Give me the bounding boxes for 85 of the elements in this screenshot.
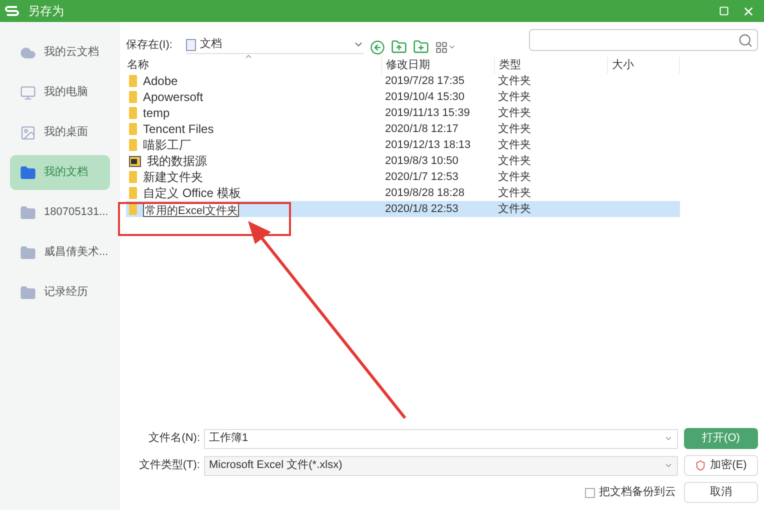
sidebar-item[interactable]: 我的云文档 — [10, 35, 110, 70]
folder-icon — [129, 91, 137, 103]
sort-caret-icon — [244, 52, 253, 61]
sidebar-item[interactable]: 我的桌面 — [10, 115, 110, 150]
file-type: 文件夹 — [497, 186, 532, 201]
backup-checkbox[interactable]: 把文档备份到云 — [585, 484, 676, 501]
column-header[interactable]: 名称 — [126, 57, 381, 74]
filetype-label: 文件类型(T): — [138, 458, 201, 474]
file-name: Apowersoft — [143, 89, 204, 106]
folder-icon — [129, 107, 137, 119]
cancel-button[interactable]: 取消 — [684, 482, 758, 503]
file-type: 文件夹 — [497, 74, 532, 89]
file-row[interactable]: 我的数据源 2019/8/3 10:50 文件夹 — [126, 153, 680, 169]
sidebar-item[interactable]: 180705131... — [10, 195, 110, 230]
file-name: 喵影工厂 — [143, 137, 191, 154]
modified-date: 2019/11/13 15:39 — [384, 106, 471, 121]
back-icon[interactable] — [370, 40, 385, 54]
modified-date: 2020/1/8 12:17 — [384, 122, 460, 137]
maximize-icon — [719, 6, 729, 16]
filetype-dropdown[interactable]: Microsoft Excel 文件(*.xlsx) — [204, 456, 678, 476]
modified-date: 2019/7/28 17:35 — [384, 74, 466, 89]
file-type: 文件夹 — [497, 90, 532, 105]
file-type: 文件夹 — [497, 138, 532, 153]
column-header[interactable]: 类型 — [494, 57, 607, 74]
file-row[interactable]: 常用的Excel文件夹 2020/1/8 22:53 文件夹 — [126, 201, 680, 217]
caret-icon — [664, 434, 673, 443]
location-dropdown[interactable]: 文档 — [186, 36, 364, 54]
file-name: temp — [143, 105, 170, 122]
folder-up-icon[interactable] — [391, 39, 407, 55]
sidebar-item[interactable]: 记录经历 — [10, 275, 110, 310]
file-row[interactable]: Apowersoft 2019/10/4 15:30 文件夹 — [126, 89, 680, 105]
file-name: Tencent Files — [143, 121, 214, 138]
file-name: 自定义 Office 模板 — [143, 185, 241, 202]
column-header[interactable]: 大小 — [607, 57, 680, 74]
file-type: 文件夹 — [497, 106, 532, 121]
file-row[interactable]: 新建文件夹 2020/1/7 12:53 文件夹 — [126, 169, 680, 185]
folder-icon — [129, 187, 137, 199]
folder-icon — [20, 204, 36, 220]
file-type: 文件夹 — [497, 154, 532, 169]
file-type: 文件夹 — [497, 122, 532, 137]
file-row[interactable]: Adobe 2019/7/28 17:35 文件夹 — [126, 73, 680, 89]
data-folder-icon — [129, 155, 141, 167]
monitor-icon — [20, 84, 36, 100]
search-icon — [738, 32, 753, 48]
modified-date: 2019/8/28 18:28 — [384, 186, 466, 201]
filename-field[interactable]: 工作簿1 — [204, 428, 678, 448]
document-icon — [186, 38, 196, 50]
sidebar-item[interactable]: 我的电脑 — [10, 75, 110, 110]
file-row[interactable]: 自定义 Office 模板 2019/8/28 18:28 文件夹 — [126, 185, 680, 201]
file-type: 文件夹 — [497, 170, 532, 185]
location-label: 保存在(I): — [126, 38, 174, 53]
folder-icon — [129, 123, 137, 135]
shield-icon — [695, 460, 706, 471]
folder-icon — [129, 75, 137, 87]
file-row[interactable]: temp 2019/11/13 15:39 文件夹 — [126, 105, 680, 121]
close-icon — [742, 4, 754, 18]
column-header[interactable]: 修改日期 — [381, 57, 494, 74]
caret-icon — [664, 461, 673, 470]
file-name: 我的数据源 — [147, 153, 207, 170]
desktop-icon — [20, 124, 36, 140]
view-menu-icon[interactable] — [435, 40, 456, 54]
folder-icon — [129, 203, 137, 215]
modified-date: 2019/8/3 10:50 — [384, 154, 460, 169]
file-row[interactable]: Tencent Files 2020/1/8 12:17 文件夹 — [126, 121, 680, 137]
app-logo-icon — [4, 3, 20, 19]
file-name: Adobe — [143, 73, 178, 90]
sidebar-item[interactable]: 威昌倩美术... — [10, 235, 110, 270]
file-type: 文件夹 — [497, 202, 532, 217]
search-field[interactable] — [529, 29, 758, 51]
file-row[interactable]: 喵影工厂 2019/12/13 18:13 文件夹 — [126, 137, 680, 153]
file-name: 新建文件夹 — [143, 169, 203, 186]
folder-icon — [20, 284, 36, 300]
filename-label: 文件名(N): — [148, 430, 201, 446]
folder-icon — [20, 164, 36, 180]
modified-date: 2019/10/4 15:30 — [384, 90, 466, 105]
folder-icon — [129, 171, 137, 183]
folder-icon — [20, 244, 36, 260]
modified-date: 2019/12/13 18:13 — [384, 138, 472, 153]
window-title: 另存为 — [28, 3, 64, 20]
folder-icon — [129, 139, 137, 151]
modified-date: 2020/1/7 12:53 — [384, 170, 460, 185]
modified-date: 2020/1/8 22:53 — [384, 202, 460, 217]
new-folder-icon[interactable] — [413, 39, 429, 55]
cloud-icon — [20, 44, 36, 60]
encrypt-button[interactable]: 加密(E) — [684, 455, 758, 476]
